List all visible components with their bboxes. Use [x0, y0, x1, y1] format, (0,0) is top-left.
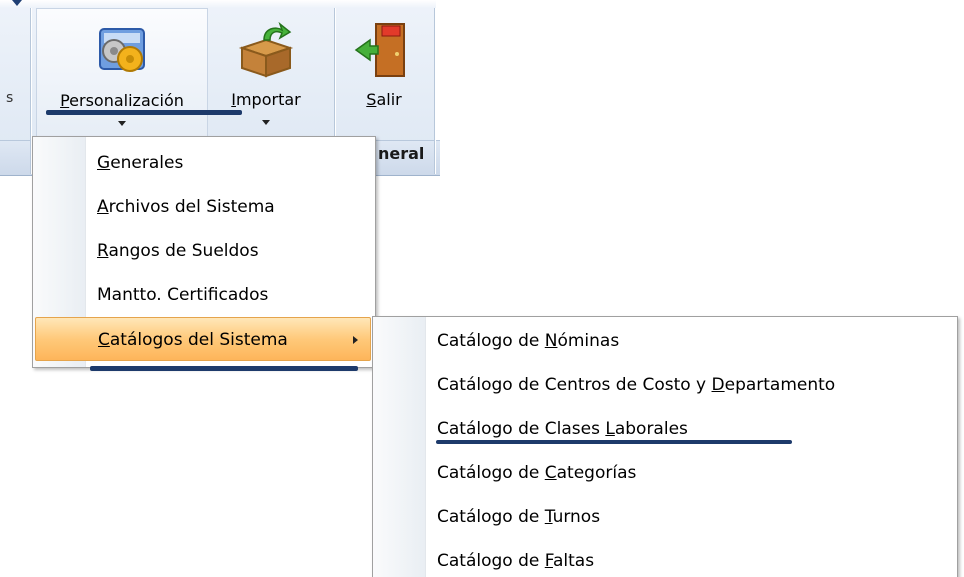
gears-tools-icon	[90, 21, 154, 81]
personalizacion-dropdown-menu: Generales Archivos del Sistema Rangos de…	[32, 136, 376, 368]
chevron-down-icon	[262, 120, 270, 125]
importar-label: Importar	[231, 90, 301, 109]
menu-item-catalogo-clases-laborales[interactable]: Catálogo de Clases Laborales	[375, 407, 953, 451]
open-box-import-icon	[234, 20, 298, 80]
quick-access-arrow-icon[interactable]	[12, 0, 22, 6]
personalizacion-label: Personalización	[60, 91, 184, 110]
ribbon-separator	[434, 8, 435, 174]
personalizacion-button[interactable]: Personalización	[36, 8, 208, 139]
menu-item-catalogo-categorias[interactable]: Catálogo de Categorías	[375, 451, 953, 495]
menu-item-archivos-del-sistema[interactable]: Archivos del Sistema	[35, 185, 371, 229]
exit-door-icon	[352, 20, 416, 80]
menu-item-generales[interactable]: Generales	[35, 141, 371, 185]
cut-off-label: s	[6, 90, 14, 106]
menu-item-mantto-certificados[interactable]: Mantto. Certificados	[35, 273, 371, 317]
chevron-right-icon	[353, 336, 358, 344]
salir-button[interactable]: Salir	[338, 8, 430, 138]
importar-button[interactable]: Importar	[214, 8, 318, 138]
annotation-underline	[90, 366, 358, 371]
salir-label: Salir	[366, 90, 402, 109]
annotation-underline	[46, 110, 242, 115]
annotation-underline	[436, 440, 792, 444]
menu-item-catalogo-nominas[interactable]: Catálogo de Nóminas	[375, 319, 953, 363]
ribbon-empty-area	[436, 0, 964, 174]
menu-item-catalogo-faltas[interactable]: Catálogo de Faltas	[375, 539, 953, 577]
menu-item-rangos-de-sueldos[interactable]: Rangos de Sueldos	[35, 229, 371, 273]
ribbon-separator	[30, 8, 31, 174]
application-window: s Personalización Importar Salir neral G…	[0, 0, 964, 577]
menu-item-catalogos-del-sistema[interactable]: Catálogos del Sistema	[35, 317, 371, 361]
ribbon-group-caption: neral	[378, 144, 425, 163]
chevron-down-icon	[118, 121, 126, 126]
menu-item-catalogo-centros-costo[interactable]: Catálogo de Centros de Costo y Departame…	[375, 363, 953, 407]
catalogos-submenu: Catálogo de Nóminas Catálogo de Centros …	[372, 316, 958, 577]
menu-item-catalogo-turnos[interactable]: Catálogo de Turnos	[375, 495, 953, 539]
